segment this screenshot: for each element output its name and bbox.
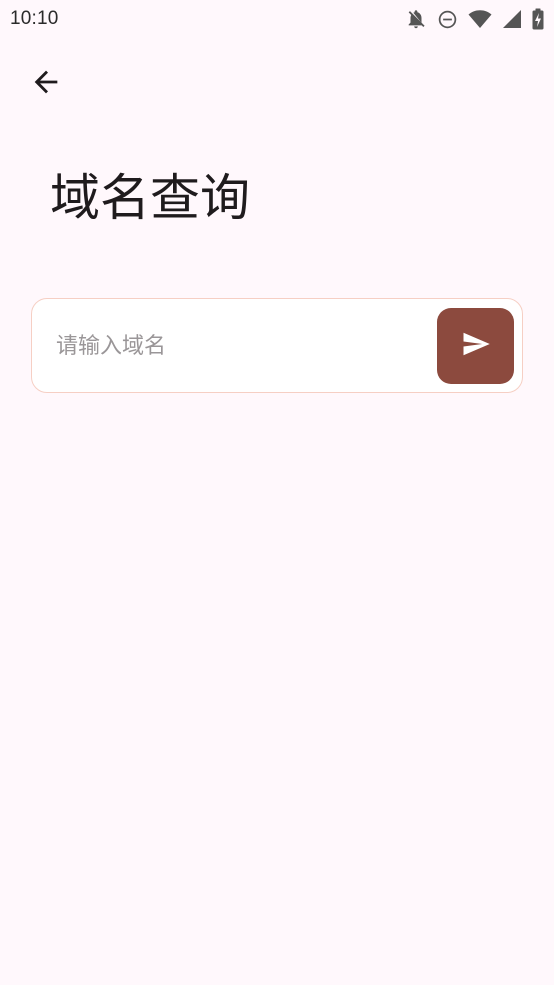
back-button[interactable] bbox=[22, 60, 70, 108]
battery-charging-icon bbox=[532, 8, 544, 30]
wifi-icon bbox=[468, 8, 492, 30]
do-not-disturb-icon bbox=[437, 9, 458, 30]
status-icons bbox=[405, 7, 544, 31]
page-title: 域名查询 bbox=[50, 169, 250, 227]
search-card bbox=[31, 298, 523, 393]
status-time: 10:10 bbox=[10, 8, 59, 29]
send-icon bbox=[461, 329, 491, 363]
send-button[interactable] bbox=[437, 308, 514, 384]
arrow-back-icon bbox=[29, 65, 63, 103]
domain-search-input[interactable] bbox=[56, 325, 426, 367]
status-bar: 10:10 bbox=[0, 0, 554, 38]
notifications-off-icon bbox=[405, 8, 427, 30]
signal-icon bbox=[502, 9, 522, 29]
